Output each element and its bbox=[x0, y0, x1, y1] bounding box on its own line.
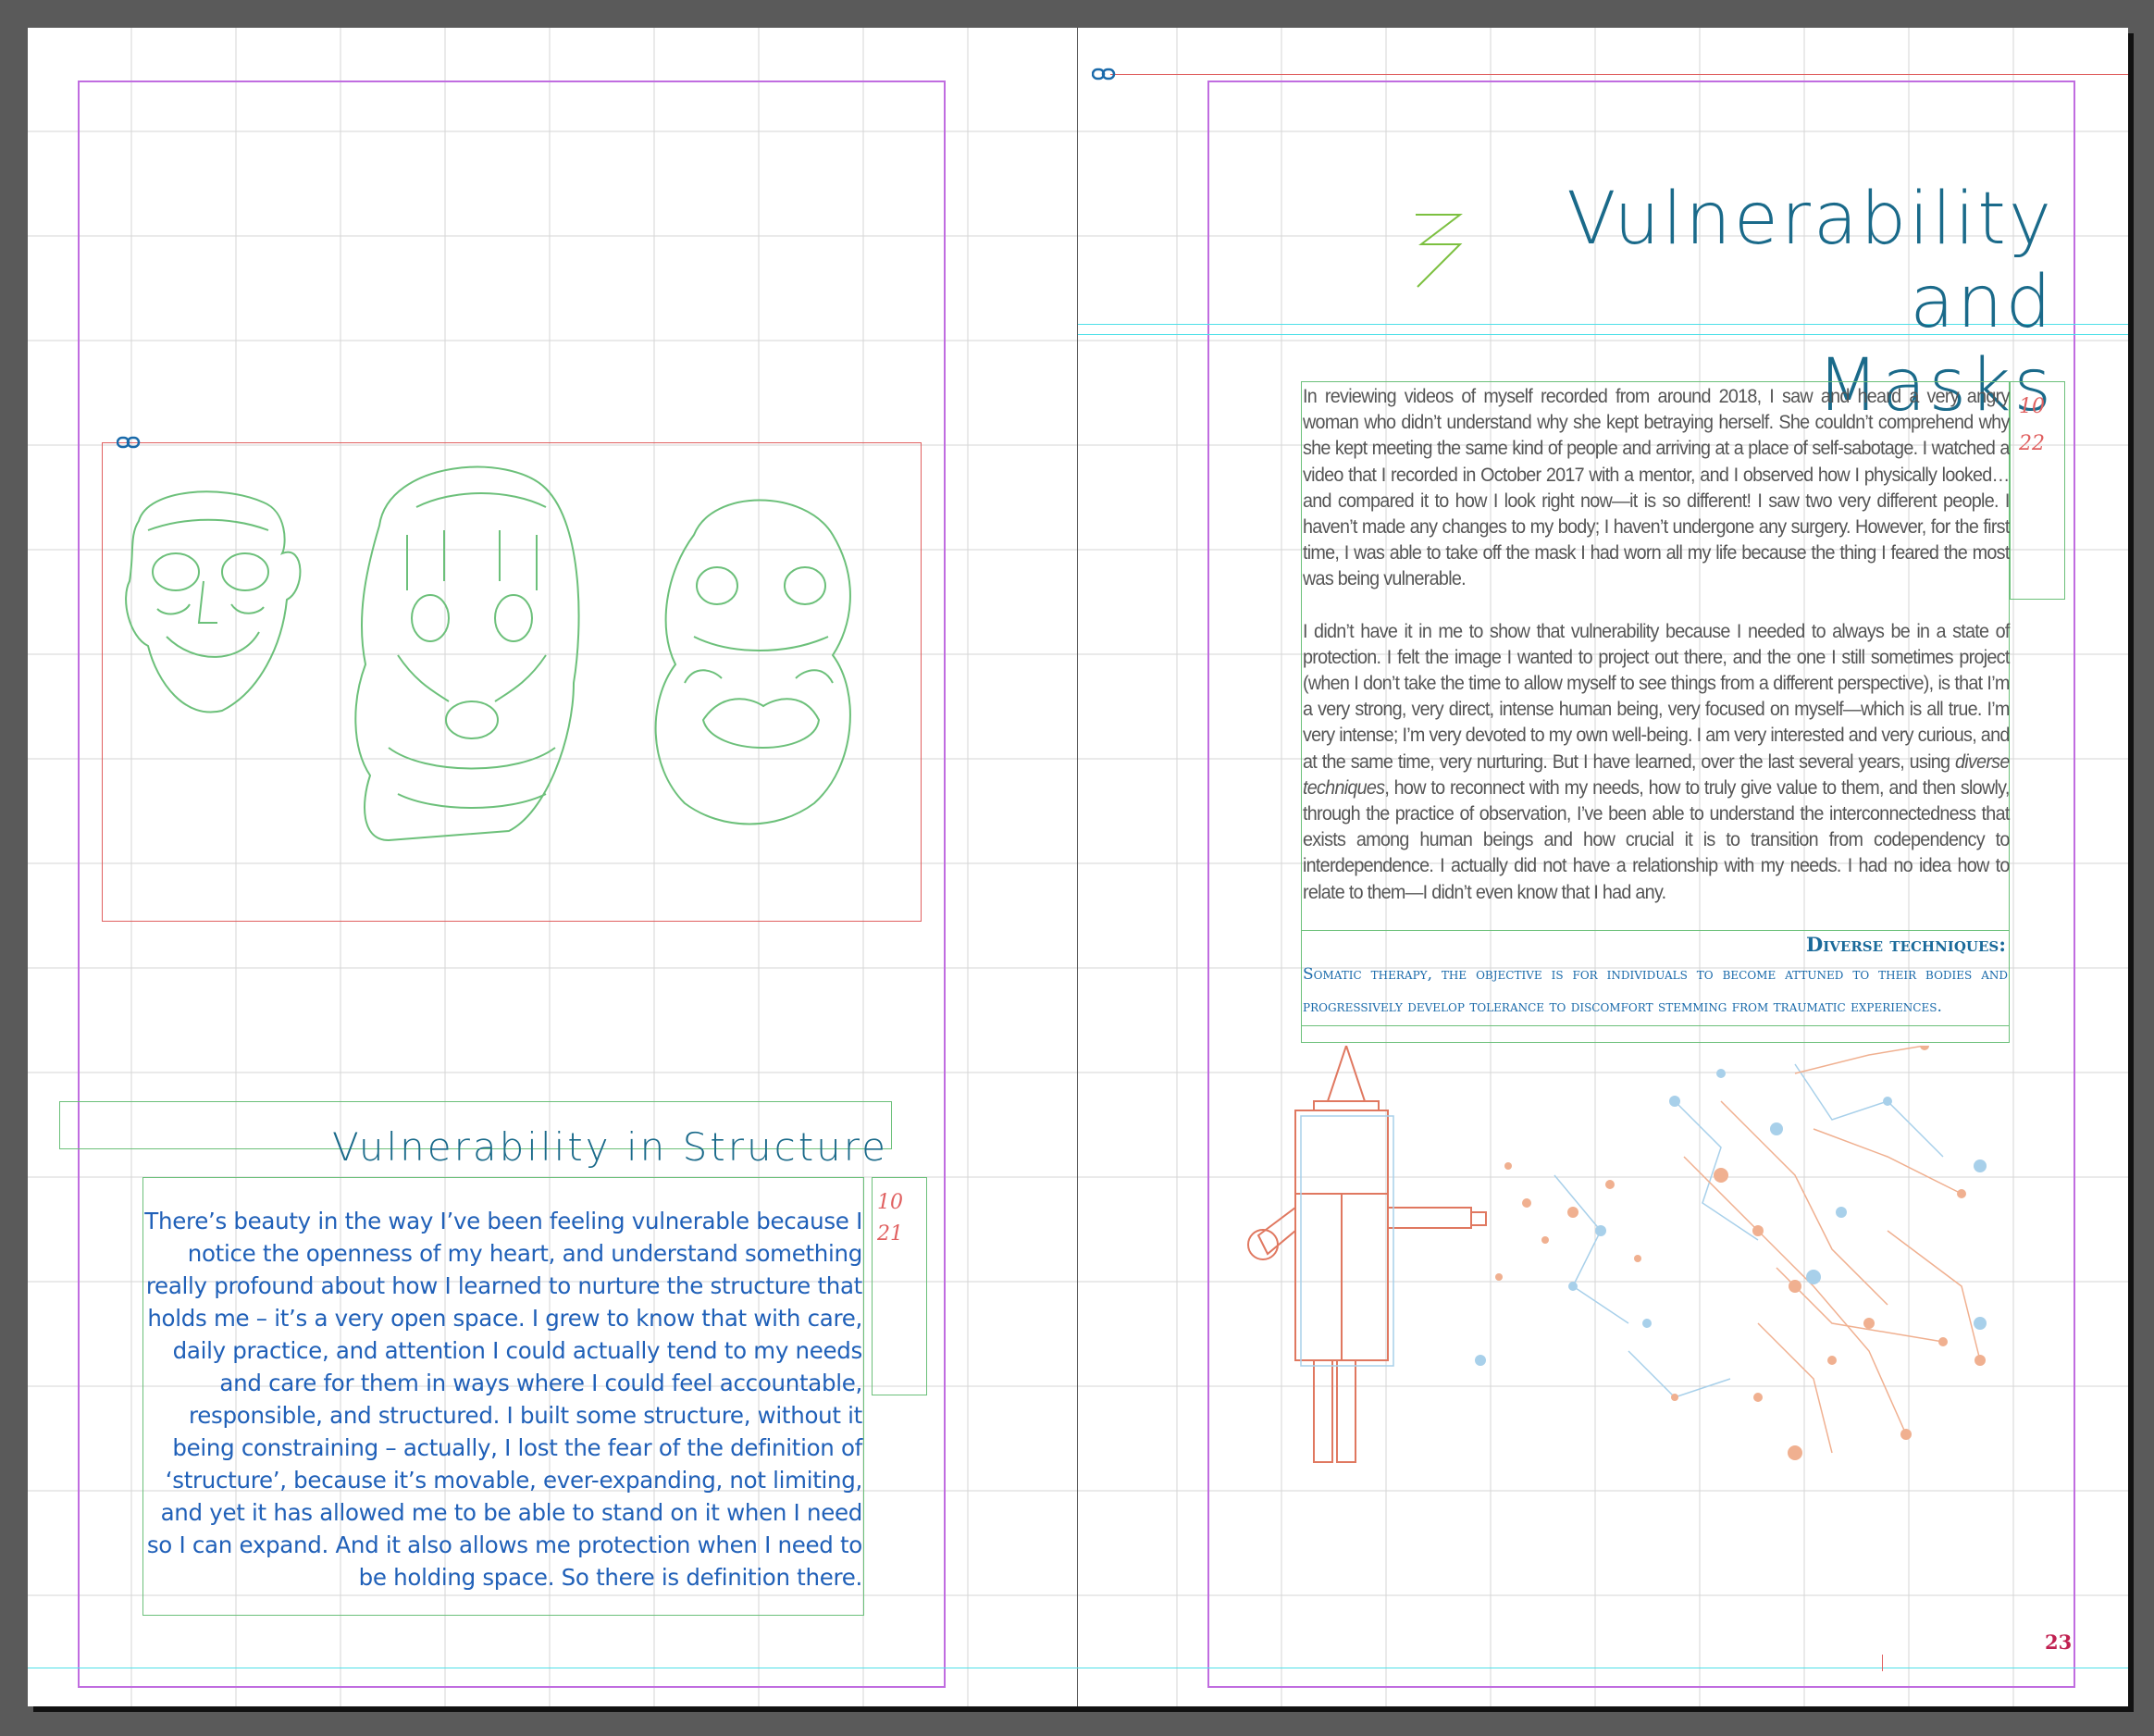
note-number: 22 bbox=[2019, 432, 2045, 455]
left-body-text: There’s beauty in the way I’ve been feel… bbox=[144, 1208, 862, 1591]
sidebar-text: Somatic therapy, the objective is for in… bbox=[1303, 965, 2008, 1016]
body-paragraph: I didn’t have it in me to show that vuln… bbox=[1303, 619, 2010, 903]
spread-spine bbox=[1077, 28, 1078, 1706]
note-number: 10 bbox=[2019, 395, 2045, 418]
sidebar-heading: Diverse techniques: bbox=[1806, 933, 2006, 956]
note-number: 21 bbox=[877, 1222, 903, 1246]
page-number: 23 bbox=[2045, 1631, 2073, 1654]
right-body-text: In reviewing videos of myself recorded f… bbox=[1303, 383, 2010, 931]
link-icon[interactable] bbox=[1092, 68, 1116, 81]
left-ruler bbox=[0, 0, 28, 1736]
right-notes: 10 22 bbox=[2019, 387, 2045, 465]
guide-line bbox=[1110, 74, 2128, 75]
chapter-title-line: Vulnerability bbox=[1566, 178, 2054, 261]
masks-illustration bbox=[125, 465, 851, 842]
top-ruler bbox=[0, 0, 2154, 28]
page-number-marker bbox=[1882, 1655, 1883, 1671]
chapter-title-line: and bbox=[1910, 261, 2054, 344]
left-notes: 10 21 bbox=[877, 1183, 903, 1255]
section-heading: Vulnerability in Structure bbox=[332, 1124, 888, 1170]
body-paragraph: In reviewing videos of myself recorded f… bbox=[1303, 385, 2010, 590]
document-spread[interactable]: Vulnerability in Structure There’s beaut… bbox=[28, 28, 2128, 1706]
robot-network-illustration bbox=[1247, 1046, 1987, 1463]
